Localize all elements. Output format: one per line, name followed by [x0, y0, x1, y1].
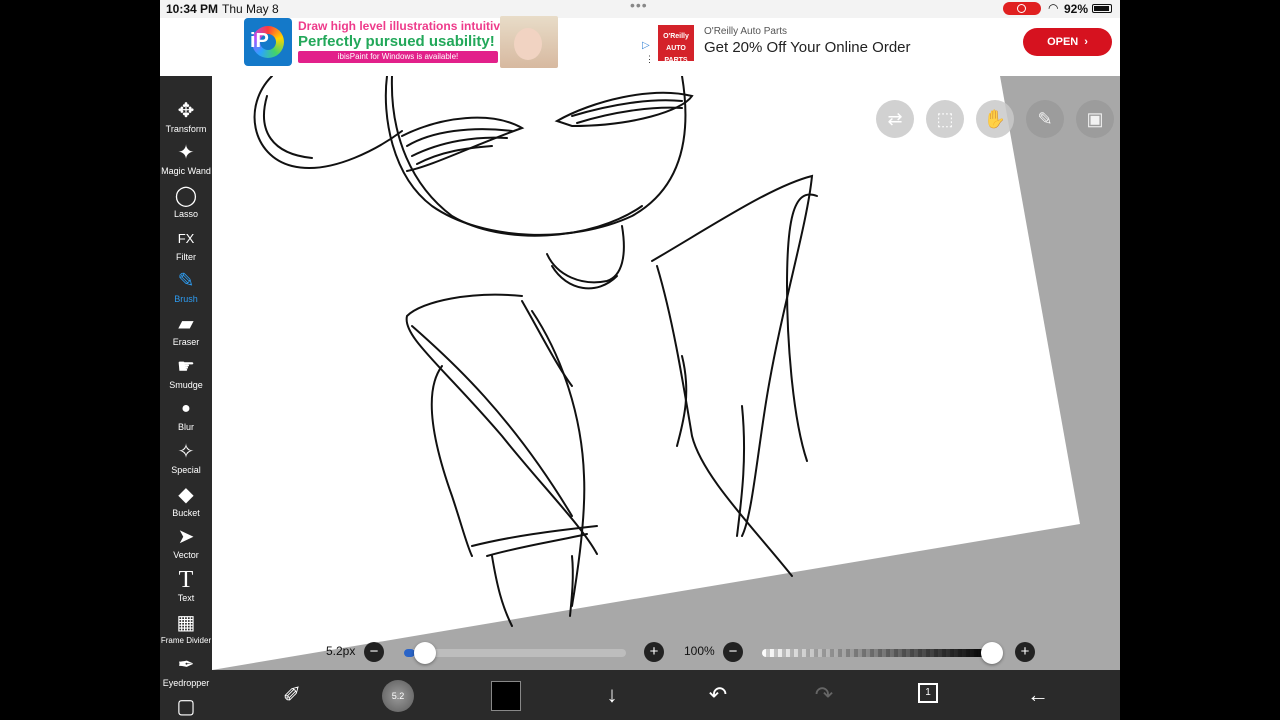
tool-smudge[interactable]: ☛ Smudge — [160, 354, 212, 396]
ad-offer: Get 20% Off Your Online Order — [704, 39, 911, 56]
opacity-plus-button[interactable]: + — [1015, 642, 1035, 662]
tool-label: Special — [171, 465, 201, 475]
layer-toggle-icon[interactable]: ⇄ — [876, 100, 914, 138]
canvas-svg[interactable] — [212, 76, 1120, 670]
lasso-icon: ◯ — [174, 185, 198, 207]
ad-brand: O'Reilly Auto Parts — [704, 26, 788, 37]
tool-label: Eraser — [172, 337, 200, 347]
brush-size-slider[interactable] — [404, 649, 626, 657]
back-arrow-icon[interactable]: ← — [1022, 679, 1054, 711]
battery-icon — [1092, 4, 1112, 13]
opacity-knob[interactable] — [981, 642, 1003, 664]
adchoices-icon[interactable]: ▷ — [642, 40, 650, 51]
undo-icon[interactable]: ↶ — [702, 679, 734, 711]
tool-label: Brush — [174, 294, 198, 304]
anime-character-image — [500, 16, 558, 68]
status-date: Thu May 8 — [222, 2, 279, 16]
text-icon: T — [178, 567, 194, 593]
wifi-icon: ◠ — [1048, 1, 1059, 15]
brush-slider-bar: 5.2px − + 100% − + — [212, 636, 1120, 670]
tool-label: Text — [177, 593, 195, 603]
ad-line-2: Perfectly pursued usability! — [298, 33, 495, 50]
status-time: 10:34 PM — [166, 2, 219, 16]
ad-menu-icon[interactable]: ⋮ — [645, 54, 654, 65]
canvas-icon: ▢ — [176, 696, 196, 718]
brush-preview-icon[interactable]: 5.2 — [382, 680, 414, 712]
chevron-right-icon: › — [1084, 36, 1088, 48]
battery-percent: 92% — [1064, 2, 1089, 16]
size-plus-button[interactable]: + — [644, 642, 664, 662]
tool-filter[interactable]: FX Filter — [160, 226, 212, 268]
oreilly-ad[interactable]: ▷ ⋮ O'Reilly AUTO PARTS O'Reilly Auto Pa… — [642, 22, 1112, 68]
paper-sheet — [212, 76, 1080, 670]
opacity-value: 100% — [684, 644, 715, 658]
tool-special[interactable]: ✧ Special — [160, 439, 212, 481]
eyedropper-icon: ✒ — [177, 654, 195, 676]
ad-line-3: ibisPaint for Windows is available! — [298, 51, 498, 63]
tool-text[interactable]: T Text — [160, 567, 212, 609]
bottom-toolbar: ✐ 5.2 ↓ ↶ ↷ 1 ← — [212, 670, 1120, 720]
tool-label: Blur — [177, 422, 194, 432]
bucket-icon: ◆ — [178, 484, 194, 506]
tool-brush[interactable]: ✎ Brush — [160, 268, 212, 310]
tool-eraser[interactable]: ▰ Eraser — [160, 311, 212, 353]
tool-label: Bucket — [172, 508, 200, 518]
ad-banner: iP Draw high level illustrations intuiti… — [160, 16, 1120, 76]
tool-bucket[interactable]: ◆ Bucket — [160, 482, 212, 524]
opacity-slider[interactable] — [762, 649, 992, 657]
oreilly-logo: O'Reilly AUTO PARTS — [658, 25, 694, 64]
fx-icon: FX — [177, 231, 195, 246]
eraser-icon: ▰ — [178, 313, 194, 335]
open-button[interactable]: OPEN › — [1023, 28, 1112, 56]
tool-canvas[interactable]: ▢ — [160, 694, 212, 720]
color-swatch-icon[interactable] — [491, 681, 521, 711]
brush-size-value: 5.2px — [326, 644, 356, 658]
selection-icon[interactable]: ⬚ — [926, 100, 964, 138]
left-toolbar: ✥ Transform ✦ Magic Wand ◯ Lasso FX Filt… — [160, 76, 212, 720]
tool-label: Eyedropper — [162, 678, 210, 688]
tool-lasso[interactable]: ◯ Lasso — [160, 183, 212, 225]
layers-icon[interactable]: 1 — [918, 683, 938, 703]
tool-eyedropper[interactable]: ✒ Eyedropper — [160, 652, 212, 694]
multitask-dots-icon[interactable]: ••• — [630, 0, 648, 13]
tool-magic-wand[interactable]: ✦ Magic Wand — [160, 140, 212, 182]
smudge-icon: ☛ — [177, 356, 195, 378]
brush-size-knob[interactable] — [414, 642, 436, 664]
tool-label: Smudge — [169, 380, 203, 390]
size-minus-button[interactable]: − — [364, 642, 384, 662]
ibispaint-logo: iP — [244, 18, 292, 66]
tool-label: Magic Wand — [161, 166, 211, 176]
brush-icon: ✎ — [177, 270, 195, 292]
tool-label: Frame Divider — [160, 636, 212, 645]
ibispaint-ad[interactable]: iP Draw high level illustrations intuiti… — [244, 16, 558, 68]
tool-label: Filter — [176, 252, 196, 262]
tool-vector[interactable]: ➤ Vector — [160, 524, 212, 566]
tool-label: Vector — [173, 550, 199, 560]
open-label: OPEN — [1047, 36, 1079, 48]
status-bar: 10:34 PM Thu May 8 ••• ◠ 92% — [160, 0, 1120, 18]
drawing-canvas[interactable] — [212, 76, 1120, 670]
brush-settings-icon[interactable]: ✐ — [276, 679, 308, 711]
frame-divider-icon: ▦ — [176, 612, 196, 634]
blur-drop-icon: ● — [181, 400, 191, 417]
move-arrows-icon: ✥ — [177, 100, 195, 122]
magic-wand-icon: ✦ — [177, 142, 195, 164]
logo-text: iP — [250, 30, 269, 52]
download-arrow-icon[interactable]: ↓ — [596, 679, 628, 711]
tool-label: Lasso — [173, 209, 199, 219]
vector-pointer-icon: ➤ — [177, 526, 195, 548]
redo-icon[interactable]: ↷ — [808, 679, 840, 711]
screen-record-icon[interactable] — [1003, 2, 1041, 15]
ibis-paint-app: 10:34 PM Thu May 8 ••• ◠ 92% iP Draw hig… — [160, 0, 1120, 720]
hand-touch-icon[interactable]: ✋ — [976, 100, 1014, 138]
tool-frame-divider[interactable]: ▦ Frame Divider — [160, 610, 212, 652]
special-sparkle-icon: ✧ — [177, 441, 195, 463]
tool-blur[interactable]: ● Blur — [160, 396, 212, 438]
ruler-pen-icon[interactable]: ✎ — [1026, 100, 1064, 138]
tool-label: Transform — [165, 124, 207, 134]
opacity-minus-button[interactable]: − — [723, 642, 743, 662]
reference-image-icon[interactable]: ▣ — [1076, 100, 1114, 138]
tool-transform[interactable]: ✥ Transform — [160, 98, 212, 140]
ad-line-1: Draw high level illustrations intuitivel… — [298, 19, 521, 33]
